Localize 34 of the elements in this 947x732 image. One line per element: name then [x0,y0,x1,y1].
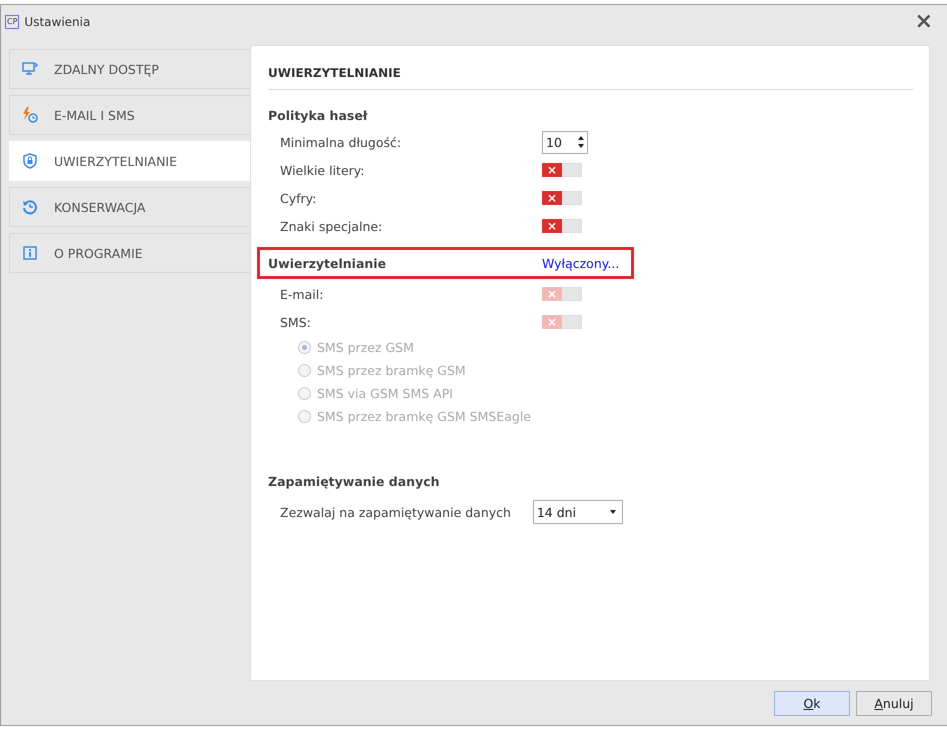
monitor-icon [22,61,38,77]
close-button[interactable]: × [914,10,933,32]
field-label: Znaki specjalne: [280,218,384,234]
dialog-button[interactable]: Anuluj [856,690,932,716]
dialog-button[interactable]: Ok [774,690,850,716]
section-heading: Zapamiętywanie danych [268,474,441,488]
sidebar-item[interactable]: E-MAIL I SMS [9,95,250,135]
sidebar-item[interactable]: ZDALNY DOSTĘP [9,49,250,89]
sidebar-item[interactable]: KONSERWACJA [9,187,250,227]
field-label: Wielkie litery: [280,162,366,178]
status-link[interactable]: Wyłączony... [542,256,620,270]
sidebar-item[interactable]: UWIERZYTELNIANIE [9,141,251,181]
info-icon [22,245,38,261]
shield-lock-icon [22,153,38,169]
field-label: Cyfry: [280,190,318,206]
window-title: Ustawienia [24,14,92,28]
sidebar-item[interactable]: O PROGRAMIE [9,233,250,273]
field-label: Zezwalaj na zapamiętywanie danych [280,504,512,520]
number-spinner[interactable]: 10 [542,130,588,154]
toggle-switch[interactable]: × [542,163,582,177]
app-logo: CP [5,14,20,28]
panel-title: UWIERZYTELNIANIE [268,46,914,90]
section-heading: Polityka haseł [268,108,368,122]
caret-icon [610,510,616,514]
dropdown[interactable]: 14 dni [532,500,623,524]
toggle-switch[interactable]: × [542,219,582,233]
bolt-clock-icon [22,107,38,123]
field-label: Minimalna długość: [280,134,402,150]
toggle-switch[interactable]: × [542,191,582,205]
section-heading: Uwierzytelnianie [268,256,388,270]
field-label: E-mail: [280,286,324,302]
field-label: SMS: [280,314,312,330]
history-icon [22,199,38,215]
spin-arrows-icon[interactable] [578,136,584,148]
